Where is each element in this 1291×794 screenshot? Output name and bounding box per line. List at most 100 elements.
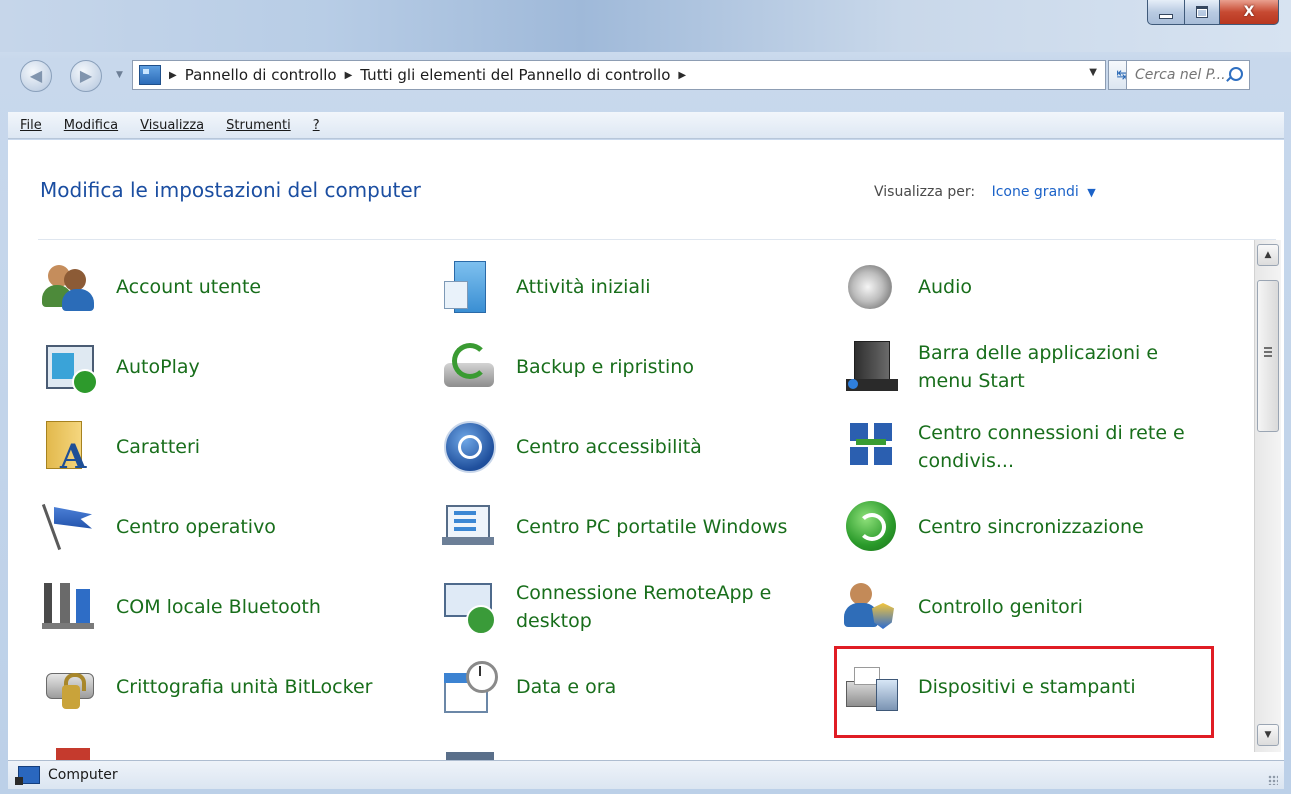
page-title: Modifica le impostazioni del computer xyxy=(40,178,421,202)
item-data-ora[interactable]: Data e ora xyxy=(408,650,788,724)
resize-grip-icon[interactable] xyxy=(1268,775,1278,785)
view-by-label: Visualizza per: xyxy=(874,184,976,200)
item-com-bluetooth[interactable]: COM locale Bluetooth xyxy=(8,570,388,644)
scroll-down-button[interactable]: ▼ xyxy=(1257,724,1279,746)
status-bar: Computer xyxy=(8,760,1284,789)
user-accounts-icon xyxy=(42,259,98,315)
autoplay-icon xyxy=(42,339,98,395)
search-input[interactable] xyxy=(1133,66,1229,84)
menu-modifica[interactable]: Modifica xyxy=(64,118,118,133)
item-label: Backup e ripristino xyxy=(516,356,694,378)
status-text: Computer xyxy=(48,767,118,783)
close-icon: X xyxy=(1243,4,1255,20)
item-centro-accessibilita[interactable]: Centro accessibilità xyxy=(408,410,788,484)
window-controls: X xyxy=(1147,0,1279,25)
back-arrow-icon: ◀ xyxy=(29,66,43,85)
item-centro-pc-portatile[interactable]: Centro PC portatile Windows xyxy=(408,490,788,564)
menu-bar: File Modifica Visualizza Strumenti ? xyxy=(8,112,1284,139)
chevron-down-icon[interactable]: ▼ xyxy=(1087,186,1095,199)
forward-button[interactable]: ▶ xyxy=(70,60,102,92)
view-by: Visualizza per: Icone grandi ▼ xyxy=(874,184,1096,200)
divider xyxy=(38,239,1276,240)
grip-icon xyxy=(1264,347,1272,349)
control-panel-window: X ◀ ▶ ▼ ▶ Pannello di controllo ▶ Tutti … xyxy=(0,0,1291,794)
item-autoplay[interactable]: AutoPlay xyxy=(8,330,388,404)
item-label: Crittografia unità BitLocker xyxy=(116,676,373,698)
highlight-box xyxy=(834,646,1214,738)
menu-help[interactable]: ? xyxy=(313,118,320,133)
breadcrumb-all-items[interactable]: Tutti gli elementi del Pannello di contr… xyxy=(360,66,670,84)
item-label: Centro connessioni di rete e condivis... xyxy=(918,422,1185,472)
item-label: COM locale Bluetooth xyxy=(116,596,321,618)
item-centro-sincronizzazione[interactable]: Centro sincronizzazione xyxy=(810,490,1190,564)
breadcrumb-control-panel[interactable]: Pannello di controllo xyxy=(185,66,337,84)
address-bar[interactable]: ▶ Pannello di controllo ▶ Tutti gli elem… xyxy=(132,60,1106,90)
item-backup-ripristino[interactable]: Backup e ripristino xyxy=(408,330,788,404)
item-label: Barra delle applicazioni e menu Start xyxy=(918,342,1159,392)
maximize-icon xyxy=(1196,6,1208,18)
item-label: Caratteri xyxy=(116,436,201,458)
minimize-button[interactable] xyxy=(1147,0,1185,25)
control-panel-icon xyxy=(139,65,161,85)
breadcrumb-chevron-icon[interactable]: ▶ xyxy=(678,70,686,81)
search-box[interactable] xyxy=(1126,60,1250,90)
forward-arrow-icon: ▶ xyxy=(79,66,93,85)
title-bar: X xyxy=(0,0,1291,52)
item-bitlocker[interactable]: Crittografia unità BitLocker xyxy=(8,650,388,724)
breadcrumb-chevron-icon[interactable]: ▶ xyxy=(345,70,353,81)
close-button[interactable]: X xyxy=(1220,0,1279,25)
scroll-down-arrow-icon: ▼ xyxy=(1264,730,1272,740)
item-label: Controllo genitori xyxy=(918,596,1083,618)
bitlocker-icon xyxy=(42,659,98,715)
item-audio[interactable]: Audio xyxy=(810,250,1190,324)
item-centro-operativo[interactable]: Centro operativo xyxy=(8,490,388,564)
menu-strumenti[interactable]: Strumenti xyxy=(226,118,291,133)
scroll-up-button[interactable]: ▲ xyxy=(1257,244,1279,266)
bluetooth-com-icon xyxy=(42,579,98,635)
next-row-icon-peek xyxy=(446,752,494,760)
address-dropdown-icon[interactable]: ▼ xyxy=(1089,67,1097,78)
parental-controls-icon xyxy=(844,579,900,635)
accessibility-icon xyxy=(442,419,498,475)
item-label: Audio xyxy=(918,276,973,298)
breadcrumb-chevron-icon[interactable]: ▶ xyxy=(169,70,177,81)
item-label: AutoPlay xyxy=(116,356,200,378)
sync-icon xyxy=(844,499,900,555)
item-controllo-genitori[interactable]: Controllo genitori xyxy=(810,570,1190,644)
item-caratteri[interactable]: A Caratteri xyxy=(8,410,388,484)
computer-icon xyxy=(15,766,40,785)
item-account-utente[interactable]: Account utente xyxy=(8,250,388,324)
getting-started-icon xyxy=(442,259,498,315)
menu-file[interactable]: File xyxy=(20,118,42,133)
view-by-dropdown[interactable]: Icone grandi xyxy=(992,184,1079,200)
mobility-center-icon xyxy=(442,499,498,555)
backup-icon xyxy=(442,339,498,395)
item-label: Centro operativo xyxy=(116,516,276,538)
minimize-icon xyxy=(1159,13,1173,19)
item-label: Centro PC portatile Windows xyxy=(516,516,788,538)
item-label: Centro accessibilità xyxy=(516,436,702,458)
maximize-button[interactable] xyxy=(1185,0,1220,25)
item-label: Attività iniziali xyxy=(516,276,651,298)
fonts-folder-icon: A xyxy=(42,419,98,477)
item-barra-applicazioni[interactable]: Barra delle applicazioni e menu Start xyxy=(810,330,1190,404)
item-centro-connessioni-rete[interactable]: Centro connessioni di rete e condivis... xyxy=(810,410,1190,484)
item-label: Data e ora xyxy=(516,676,617,698)
action-center-flag-icon xyxy=(41,499,98,555)
remoteapp-icon xyxy=(442,579,498,635)
speaker-icon xyxy=(844,259,900,315)
scroll-up-arrow-icon: ▲ xyxy=(1264,250,1272,260)
item-label: Centro sincronizzazione xyxy=(918,516,1144,538)
date-time-icon xyxy=(442,659,498,715)
navigation-bar: ◀ ▶ ▼ ▶ Pannello di controllo ▶ Tutti gl… xyxy=(0,56,1291,96)
scroll-thumb[interactable] xyxy=(1257,280,1279,432)
item-connessione-remoteapp[interactable]: Connessione RemoteApp e desktop xyxy=(408,570,788,644)
search-icon[interactable] xyxy=(1229,67,1243,81)
vertical-scrollbar[interactable]: ▲ ▼ xyxy=(1254,240,1281,752)
recent-pages-dropdown[interactable]: ▼ xyxy=(116,70,123,80)
network-icon xyxy=(844,419,900,475)
menu-visualizza[interactable]: Visualizza xyxy=(140,118,204,133)
item-attivita-iniziali[interactable]: Attività iniziali xyxy=(408,250,788,324)
back-button[interactable]: ◀ xyxy=(20,60,52,92)
content-pane: Modifica le impostazioni del computer Vi… xyxy=(8,140,1284,760)
